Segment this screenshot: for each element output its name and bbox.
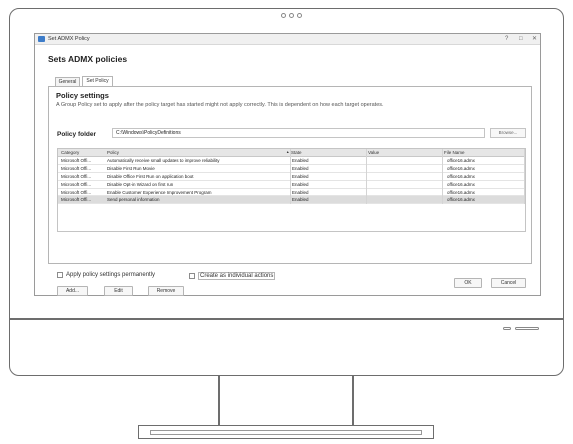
apply-permanently-option[interactable]: Apply policy settings permanently [57, 272, 155, 278]
table-row[interactable]: Microsoft Offi... Send personal informati… [58, 196, 525, 205]
monitor-power-icon [515, 327, 539, 330]
column-header-policy[interactable]: Policy [107, 149, 119, 156]
apply-permanently-checkbox[interactable] [57, 272, 63, 278]
app-icon [38, 36, 45, 42]
cell-file-name: office16.admx [447, 181, 475, 187]
individual-actions-label: Create as individual actions [198, 272, 276, 280]
section-description: A Group Policy set to apply after the po… [56, 102, 384, 108]
table-row[interactable]: Microsoft Offi... Automatically receive s… [58, 157, 525, 165]
individual-actions-option[interactable]: Create as individual actions [189, 272, 276, 280]
cell-policy: Automatically receive small updates to i… [107, 158, 220, 163]
cell-category: Microsoft Offi... [61, 158, 92, 163]
column-header-category[interactable]: Category [61, 149, 79, 156]
column-header-file-name[interactable]: File Name [444, 149, 465, 156]
monitor-button-icon [503, 327, 511, 330]
cell-policy: Disable Office First Run on application … [107, 173, 194, 179]
cell-category: Microsoft Offi... [61, 197, 92, 203]
browse-button[interactable]: Browse... [490, 128, 526, 138]
monitor-stand-right [352, 376, 354, 426]
cell-category: Microsoft Offi... [61, 181, 92, 187]
cell-file-name: office16.admx [447, 165, 475, 171]
cell-policy: Disable First Run Movie [107, 165, 155, 171]
apply-permanently-label: Apply policy settings permanently [66, 272, 156, 278]
policy-folder-input[interactable]: C:\Windows\PolicyDefinitions [112, 128, 485, 138]
monitor-stand-left [218, 376, 220, 426]
monitor-bezel-line [9, 318, 564, 320]
ok-button[interactable]: OK [454, 278, 482, 288]
cell-category: Microsoft Offi... [61, 173, 92, 179]
monitor-base-inner [150, 430, 422, 435]
individual-actions-checkbox[interactable] [189, 273, 195, 279]
sort-ascending-icon: ▲ [286, 150, 290, 154]
edit-button[interactable]: Edit [104, 286, 133, 296]
column-divider [524, 149, 525, 204]
cell-state: Enabled [292, 173, 309, 179]
remove-button[interactable]: Remove [148, 286, 184, 296]
close-icon[interactable]: ✕ [532, 35, 537, 43]
cell-state: Enabled [292, 189, 309, 195]
cell-category: Microsoft Offi... [61, 189, 92, 195]
cell-state: Enabled [292, 165, 309, 171]
cell-file-name: office16.admx [447, 173, 475, 179]
tab-set-policy[interactable]: Set Policy [82, 76, 113, 86]
column-divider [366, 149, 367, 204]
maximize-icon[interactable]: □ [519, 35, 523, 43]
title-bar: Set ADMX Policy ? □ ✕ [35, 34, 540, 45]
cell-category: Microsoft Offi... [61, 165, 92, 171]
cell-state: Enabled [292, 197, 309, 203]
window-title: Set ADMX Policy [48, 36, 90, 42]
cell-file-name: office16.admx [447, 197, 475, 203]
column-divider [442, 149, 443, 204]
table-row[interactable]: Microsoft Offi... Disable Opt-in Wizard o… [58, 181, 525, 189]
add-button[interactable]: Add... [57, 286, 88, 296]
table-row[interactable]: Microsoft Offi... Disable First Run Movie… [58, 165, 525, 173]
tab-panel: Policy settings A Group Policy set to ap… [48, 86, 532, 296]
table-row[interactable]: Microsoft Offi... Disable Office First Ru… [58, 173, 525, 181]
table-row[interactable]: Microsoft Offi... Enable Customer Experie… [58, 189, 525, 197]
section-title: Policy settings [56, 91, 109, 100]
column-header-state[interactable]: State [291, 149, 302, 156]
camera-icon [281, 13, 302, 18]
cell-file-name: office16.admx [447, 158, 475, 163]
policy-folder-label: Policy folder [57, 131, 97, 138]
help-icon[interactable]: ? [505, 35, 508, 43]
table-header: Category Policy ▲ State Value File Name [58, 149, 525, 157]
tab-general[interactable]: General [55, 77, 80, 86]
cell-state: Enabled [292, 181, 309, 187]
column-header-value[interactable]: Value [368, 149, 379, 156]
policy-table: Category Policy ▲ State Value File Name … [57, 148, 526, 232]
cancel-button[interactable]: Cancel [491, 278, 526, 288]
cell-state: Enabled [292, 158, 309, 163]
dialog-window: Set ADMX Policy ? □ ✕ Sets ADMX policies… [34, 33, 541, 296]
cell-policy: Send personal information [107, 197, 160, 203]
column-divider [290, 149, 291, 204]
cell-policy: Enable Customer Experience Improvement P… [107, 189, 212, 195]
cell-policy: Disable Opt-in Wizard on first run [107, 181, 174, 187]
dialog-heading: Sets ADMX policies [48, 54, 128, 64]
cell-file-name: office16.admx [447, 189, 475, 195]
